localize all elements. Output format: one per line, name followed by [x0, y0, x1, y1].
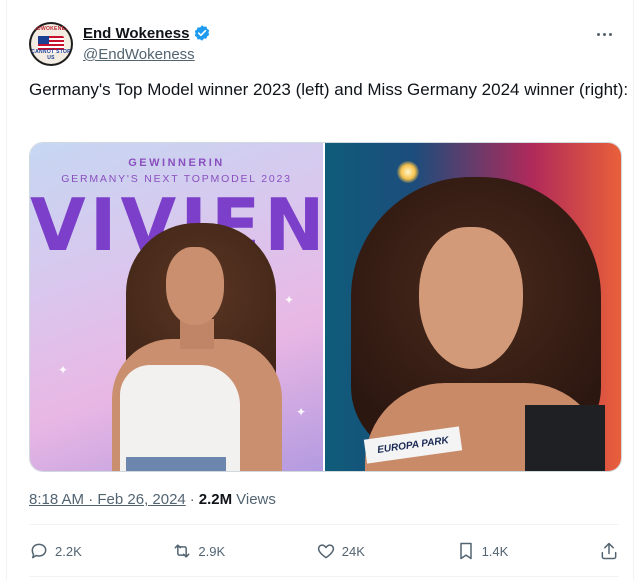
share-button[interactable] — [599, 541, 619, 561]
tweet-card: ENDWOKENESS CANNOT STOP US End Wokeness … — [6, 0, 634, 580]
sparkle-icon: ✦ — [284, 293, 295, 307]
divider — [29, 576, 619, 577]
views-count: 2.2M — [198, 491, 233, 508]
avatar-logo-text-top: ENDWOKENESS — [29, 26, 73, 32]
person-face — [419, 227, 523, 369]
heart-icon — [317, 544, 334, 559]
bookmark-count: 1.4K — [481, 543, 509, 559]
divider — [29, 524, 619, 525]
person-jeans — [126, 457, 226, 471]
action-bar: 2.2K 2.9K 24K 1.4K — [29, 536, 619, 566]
bookmark-button[interactable]: 1.4K — [456, 541, 509, 561]
more-options-icon[interactable] — [593, 28, 615, 40]
verified-badge-icon — [195, 25, 210, 41]
retweet-button[interactable]: 2.9K — [172, 541, 225, 561]
meta-separator: · — [189, 491, 195, 508]
stage-light — [397, 161, 419, 183]
photo-right[interactable]: EUROPA PARK — [325, 143, 621, 471]
like-button[interactable]: 24K — [316, 541, 365, 561]
sparkle-icon: ✦ — [296, 405, 307, 419]
author-name-row: End Wokeness — [83, 24, 211, 42]
author-avatar[interactable]: ENDWOKENESS CANNOT STOP US — [29, 22, 73, 66]
tweet-text: Germany's Top Model winner 2023 (left) a… — [29, 80, 629, 99]
bookmark-icon — [459, 542, 472, 560]
reply-count: 2.2K — [55, 543, 82, 559]
sparkle-icon: ✦ — [58, 363, 69, 377]
tweet-media: GEWINNERIN GERMANY'S NEXT TOPMODEL 2023 … — [29, 142, 622, 472]
tweet-timestamp[interactable]: 8:18 AM · Feb 26, 2024 — [29, 491, 186, 508]
tweet-meta: 8:18 AM · Feb 26, 2024 · 2.2M Views — [29, 491, 276, 508]
photo-left[interactable]: GEWINNERIN GERMANY'S NEXT TOPMODEL 2023 … — [30, 143, 323, 471]
person-top — [120, 365, 240, 471]
views-label: Views — [236, 491, 276, 508]
like-count: 24K — [341, 543, 365, 559]
share-icon — [601, 542, 617, 560]
poster-line-1: GEWINNERIN — [128, 157, 225, 169]
avatar-logo-text-bottom: CANNOT STOP US — [31, 49, 71, 61]
sash-text: EUROPA PARK — [376, 434, 450, 456]
author-handle[interactable]: @EndWokeness — [83, 46, 195, 63]
reply-button[interactable]: 2.2K — [29, 541, 82, 561]
retweet-count: 2.9K — [198, 543, 226, 559]
person-face — [166, 247, 224, 325]
retweet-icon — [174, 544, 190, 558]
person-top — [525, 405, 605, 471]
author-display-name[interactable]: End Wokeness — [83, 25, 189, 42]
reply-icon — [31, 543, 47, 559]
